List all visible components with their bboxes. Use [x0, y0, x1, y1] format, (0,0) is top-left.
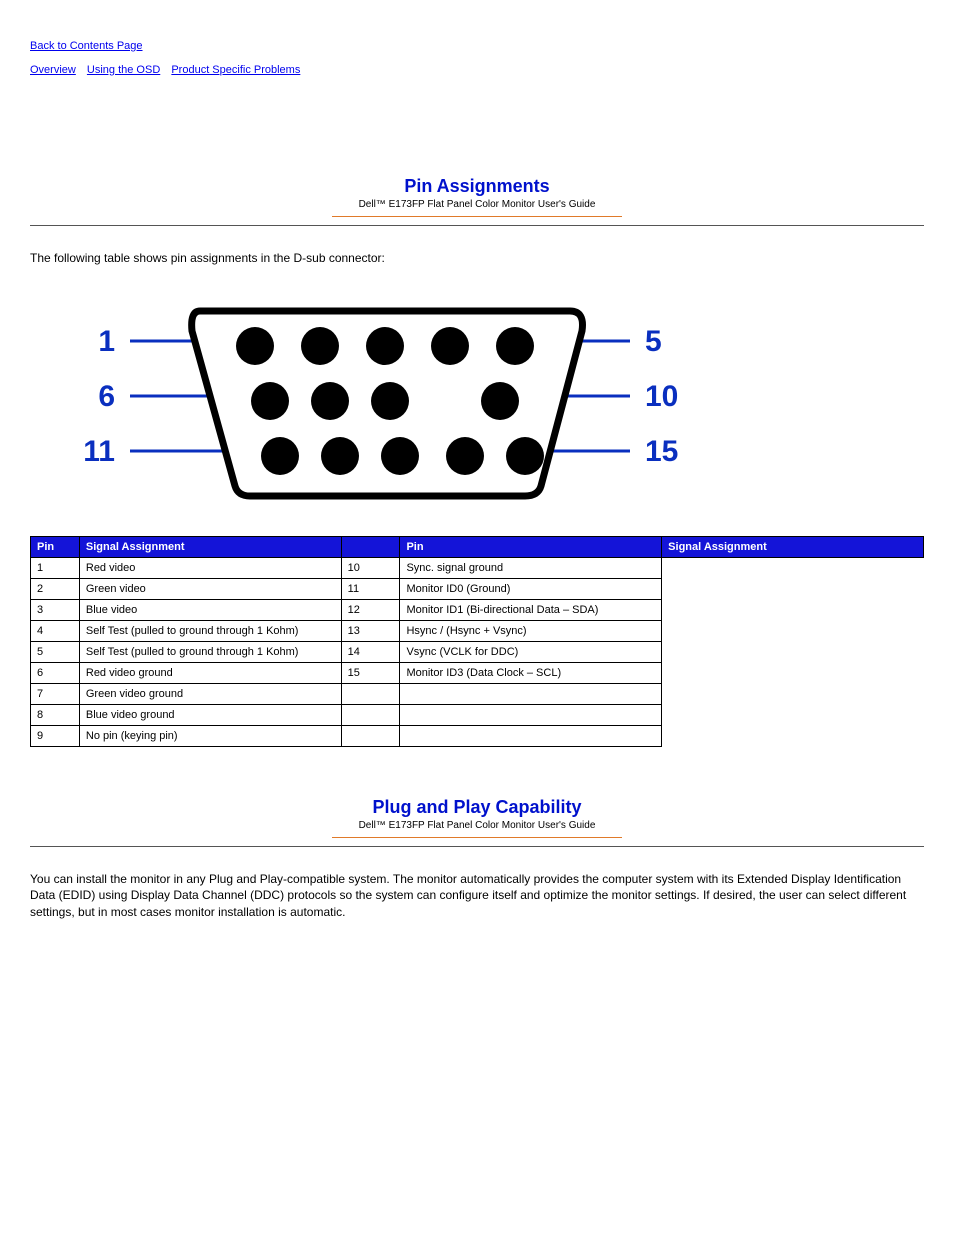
svg-text:10: 10: [645, 380, 678, 413]
pin-cell: 8: [31, 705, 80, 726]
svg-text:11: 11: [83, 435, 115, 468]
pin-cell: 11: [341, 579, 400, 600]
svg-text:5: 5: [645, 325, 662, 358]
section1-subtitle: Dell™ E173FP Flat Panel Color Monitor Us…: [30, 199, 924, 210]
signal-cell: Red video ground: [79, 663, 341, 684]
signal-cell: Monitor ID1 (Bi-directional Data – SDA): [400, 600, 662, 621]
section1-heading: Pin Assignments Dell™ E173FP Flat Panel …: [30, 176, 924, 217]
pin-cell: [341, 726, 400, 747]
full-rule-1: [30, 225, 924, 226]
pin-cell: 4: [31, 621, 80, 642]
section2-body: You can install the monitor in any Plug …: [30, 871, 924, 920]
back-link[interactable]: Back to Contents Page: [30, 40, 143, 52]
section1-body: The following table shows pin assignment…: [30, 250, 924, 266]
table-spacer: [341, 537, 400, 558]
th-sig-left: Signal Assignment: [79, 537, 341, 558]
th-pin-left: Pin: [31, 537, 80, 558]
section1-title: Pin Assignments: [30, 176, 924, 197]
pin-cell: 10: [341, 558, 400, 579]
th-sig-right: Signal Assignment: [662, 537, 924, 558]
pin-cell: 13: [341, 621, 400, 642]
table-row: 8Blue video ground: [31, 705, 924, 726]
pin-cell: 2: [31, 579, 80, 600]
orange-rule-1: [332, 216, 622, 217]
signal-cell: Monitor ID0 (Ground): [400, 579, 662, 600]
signal-cell: Self Test (pulled to ground through 1 Ko…: [79, 642, 341, 663]
pin-cell: 1: [31, 558, 80, 579]
table-row: 2Green video11Monitor ID0 (Ground): [31, 579, 924, 600]
signal-cell: [400, 684, 662, 705]
signal-cell: [400, 705, 662, 726]
nav-osd[interactable]: Using the OSD: [87, 64, 160, 76]
pin-cell: 14: [341, 642, 400, 663]
signal-cell: Blue video: [79, 600, 341, 621]
table-row: 5Self Test (pulled to ground through 1 K…: [31, 642, 924, 663]
signal-cell: Sync. signal ground: [400, 558, 662, 579]
signal-cell: [400, 726, 662, 747]
pin-cell: 12: [341, 600, 400, 621]
table-row: 1Red video10Sync. signal ground: [31, 558, 924, 579]
section2-subtitle: Dell™ E173FP Flat Panel Color Monitor Us…: [30, 820, 924, 831]
table-row: 9No pin (keying pin): [31, 726, 924, 747]
signal-cell: Self Test (pulled to ground through 1 Ko…: [79, 621, 341, 642]
signal-cell: Monitor ID3 (Data Clock – SCL): [400, 663, 662, 684]
signal-cell: Green video ground: [79, 684, 341, 705]
pin-assignment-table: Pin Signal Assignment Pin Signal Assignm…: [30, 536, 924, 747]
table-row: 7Green video ground: [31, 684, 924, 705]
svg-text:1: 1: [98, 325, 115, 358]
pin-cell: 6: [31, 663, 80, 684]
signal-cell: Hsync / (Hsync + Vsync): [400, 621, 662, 642]
signal-cell: No pin (keying pin): [79, 726, 341, 747]
nav-overview[interactable]: Overview: [30, 64, 76, 76]
pin-cell: [341, 705, 400, 726]
pin-cell: 15: [341, 663, 400, 684]
dsub-connector-svg: 1 6 11 5 10 15: [70, 286, 710, 506]
svg-text:15: 15: [645, 435, 678, 468]
pin-cell: 5: [31, 642, 80, 663]
pin-cell: 7: [31, 684, 80, 705]
signal-cell: Vsync (VCLK for DDC): [400, 642, 662, 663]
svg-text:6: 6: [98, 380, 115, 413]
full-rule-2: [30, 846, 924, 847]
table-row: 6Red video ground15Monitor ID3 (Data Clo…: [31, 663, 924, 684]
section2-title: Plug and Play Capability: [30, 797, 924, 818]
top-nav: Back to Contents Page Overview Using the…: [30, 40, 924, 76]
table-row: 4Self Test (pulled to ground through 1 K…: [31, 621, 924, 642]
signal-cell: Red video: [79, 558, 341, 579]
signal-cell: Green video: [79, 579, 341, 600]
signal-cell: Blue video ground: [79, 705, 341, 726]
pin-cell: [341, 684, 400, 705]
th-pin-right: Pin: [400, 537, 662, 558]
orange-rule-2: [332, 837, 622, 838]
table-row: 3Blue video12Monitor ID1 (Bi-directional…: [31, 600, 924, 621]
nav-problems[interactable]: Product Specific Problems: [171, 64, 300, 76]
pin-cell: 9: [31, 726, 80, 747]
dsub-connector-diagram: 1 6 11 5 10 15: [70, 286, 924, 506]
section2-heading: Plug and Play Capability Dell™ E173FP Fl…: [30, 797, 924, 838]
pin-cell: 3: [31, 600, 80, 621]
